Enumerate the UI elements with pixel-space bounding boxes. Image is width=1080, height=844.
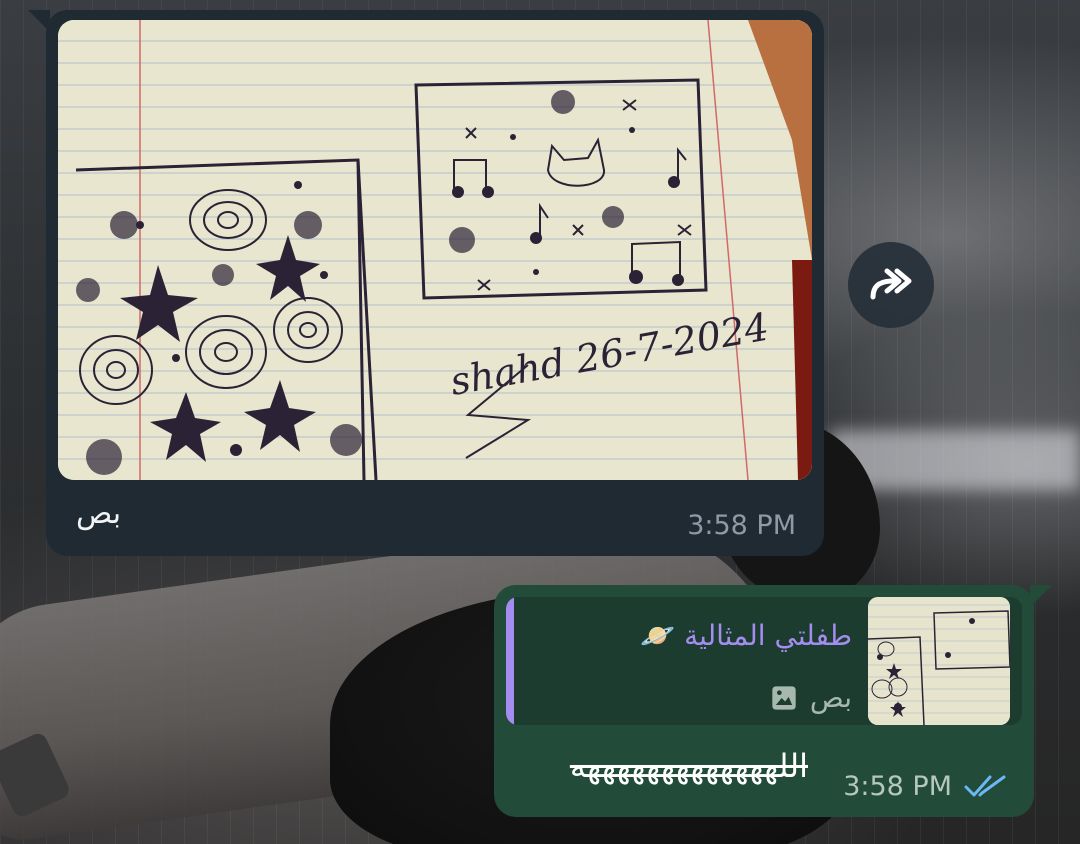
incoming-message-caption: بص bbox=[76, 496, 122, 531]
forward-icon bbox=[870, 268, 912, 300]
reply-accent-bar bbox=[506, 597, 514, 725]
reply-author: طفلتي المثالية 🪐 bbox=[640, 619, 852, 652]
reply-author-name: طفلتي المثالية bbox=[684, 619, 852, 652]
outgoing-message-bubble[interactable]: طفلتي المثالية 🪐 بص اللهههههههههههههه 3:… bbox=[494, 585, 1052, 817]
outgoing-message-time: 3:58 PM bbox=[843, 771, 952, 802]
outgoing-message-text: اللهههههههههههههه bbox=[569, 747, 808, 785]
planet-icon: 🪐 bbox=[640, 619, 676, 652]
reply-snippet-text: بص bbox=[809, 681, 852, 714]
incoming-message-time: 3:58 PM bbox=[687, 510, 796, 541]
forward-button[interactable] bbox=[848, 242, 934, 328]
reply-thumbnail bbox=[868, 597, 1010, 725]
reply-snippet: بص bbox=[770, 681, 852, 714]
message-photo[interactable]: shahd 26-7-2024 bbox=[58, 20, 812, 480]
double-check-icon bbox=[964, 775, 1006, 797]
image-icon bbox=[772, 685, 796, 710]
incoming-message-bubble[interactable]: shahd 26-7-2024 بص 3:58 PM bbox=[28, 10, 824, 556]
reply-quote[interactable]: طفلتي المثالية 🪐 بص bbox=[506, 597, 1022, 725]
